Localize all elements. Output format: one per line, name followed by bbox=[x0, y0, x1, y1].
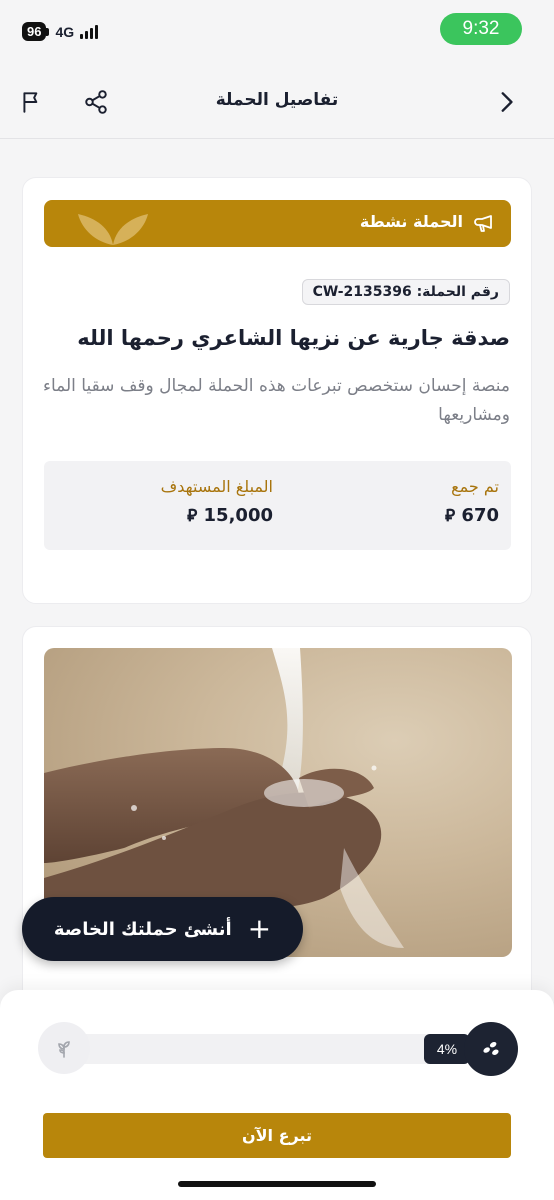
target-label: المبلغ المستهدف bbox=[160, 477, 273, 496]
campaign-id-badge: رقم الحملة: CW-2135396 bbox=[301, 279, 510, 305]
chevron-right-icon bbox=[501, 92, 513, 112]
page-title: تفاصيل الحملة bbox=[215, 90, 339, 110]
collected-value: 670 bbox=[461, 505, 499, 526]
donate-now-button[interactable]: تبرع الآن bbox=[43, 1113, 511, 1158]
campaign-info-card: الحملة نشطة رقم الحملة: CW-2135396 صدقة … bbox=[22, 177, 532, 604]
progress-track bbox=[64, 1034, 464, 1064]
sprout-icon-badge bbox=[38, 1022, 90, 1074]
create-campaign-label: أنشئ حملتك الخاصة bbox=[53, 918, 232, 940]
plus-icon: + bbox=[247, 912, 272, 945]
collected-label: تم جمع bbox=[451, 477, 499, 496]
collected-stat: تم جمع 670 ⃁ bbox=[445, 477, 499, 526]
target-stat: المبلغ المستهدف 15,000 ⃁ bbox=[161, 477, 273, 526]
collected-amount: 670 ⃁ bbox=[445, 504, 499, 526]
create-campaign-button[interactable]: + أنشئ حملتك الخاصة bbox=[22, 897, 303, 961]
status-bar: 96 4G 9:32 bbox=[0, 0, 554, 64]
leaf-logo-icon bbox=[78, 214, 148, 245]
donation-sheet: 4% تبرع الآن bbox=[0, 990, 554, 1200]
battery-level: 96 bbox=[22, 22, 47, 41]
campaign-description: منصة إحسان ستخصص تبرعات هذه الحملة لمجال… bbox=[42, 376, 510, 425]
home-indicator bbox=[178, 1181, 376, 1187]
water-drops-icon-badge bbox=[464, 1022, 518, 1076]
status-left: 96 4G bbox=[22, 22, 99, 41]
target-value: 15,000 bbox=[203, 505, 273, 526]
back-button[interactable] bbox=[492, 88, 520, 116]
status-banner: الحملة نشطة bbox=[44, 200, 511, 247]
campaign-image-card bbox=[22, 626, 532, 1026]
water-drops-icon bbox=[483, 1041, 499, 1055]
battery-icon bbox=[46, 27, 50, 36]
time-pill: 9:32 bbox=[440, 13, 522, 45]
network-type: 4G bbox=[55, 23, 75, 40]
status-label: الحملة نشطة bbox=[359, 212, 463, 231]
campaign-stats: تم جمع 670 ⃁ المبلغ المستهدف 15,000 ⃁ bbox=[44, 461, 511, 550]
signal-icon bbox=[80, 24, 99, 39]
megaphone-icon bbox=[474, 215, 492, 232]
top-header: تفاصيل الحملة bbox=[0, 64, 554, 139]
target-amount: 15,000 ⃁ bbox=[161, 504, 273, 526]
sprout-icon bbox=[58, 1041, 70, 1058]
riyal-icon: ⃁ bbox=[187, 506, 198, 526]
campaign-title: صدقة جارية عن نزيها الشاعري رحمها الله bbox=[77, 326, 510, 350]
riyal-icon: ⃁ bbox=[445, 506, 456, 526]
